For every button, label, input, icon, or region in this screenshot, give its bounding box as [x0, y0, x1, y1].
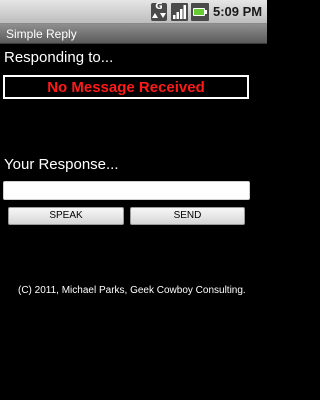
network-type-label: G [155, 2, 163, 12]
app-title: Simple Reply [6, 27, 77, 41]
received-message-box: No Message Received [3, 75, 249, 99]
battery-icon [191, 3, 209, 21]
copyright-text: (C) 2011, Michael Parks, Geek Cowboy Con… [18, 285, 246, 296]
speak-button[interactable]: SPEAK [8, 207, 124, 225]
signal-strength-icon [171, 3, 188, 21]
responding-to-label: Responding to... [4, 49, 114, 66]
received-message-text: No Message Received [47, 79, 205, 96]
status-bar: G 5:09 PM [0, 0, 267, 24]
data-network-g-icon: G [151, 3, 167, 21]
send-button[interactable]: SEND [130, 207, 245, 225]
status-time: 5:09 PM [213, 4, 263, 19]
response-input[interactable] [3, 181, 250, 200]
your-response-label: Your Response... [4, 156, 119, 173]
app-title-bar: Simple Reply [0, 24, 267, 44]
